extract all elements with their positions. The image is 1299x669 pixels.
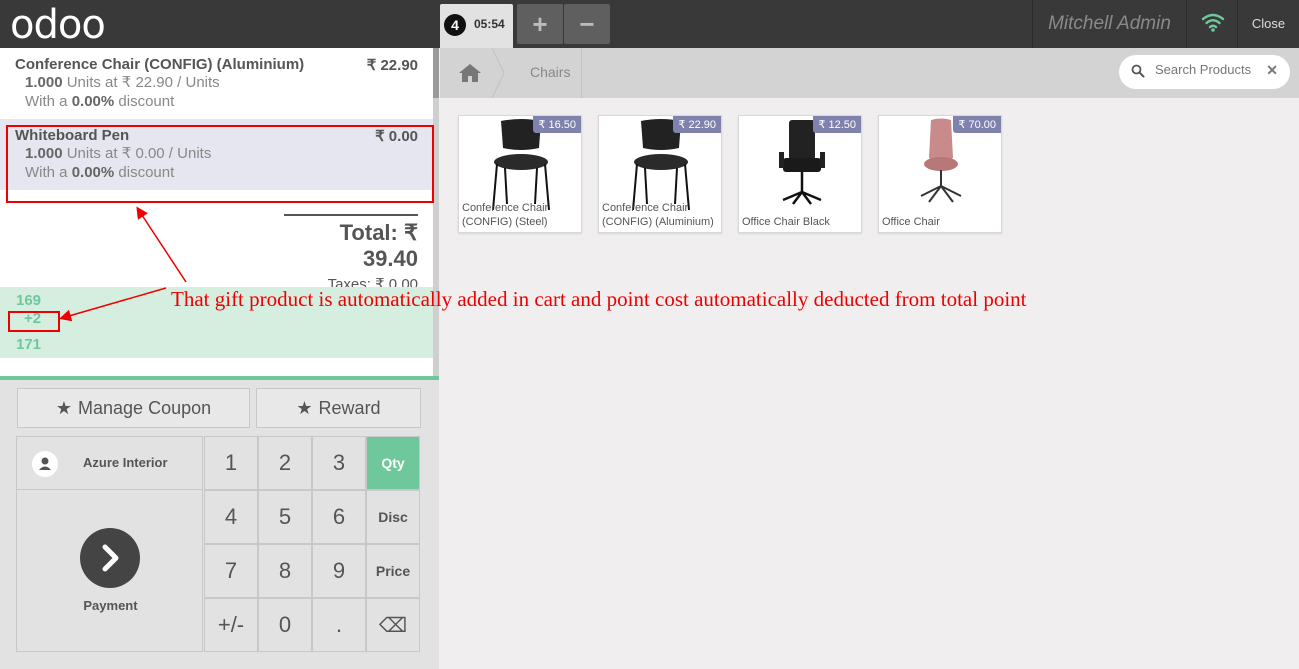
customer-button[interactable]: Azure Interior [16,436,203,490]
divider-accent [0,376,439,380]
wifi-icon[interactable] [1188,0,1238,48]
orderline[interactable]: Conference Chair (CONFIG) (Aluminium) ₹ … [0,48,433,119]
backspace-button[interactable]: ⌫ [366,598,420,652]
orderline-price: ₹ 22.90 [366,57,418,74]
breadcrumb: Chairs ✕ [440,48,1299,98]
orderlines: Conference Chair (CONFIG) (Aluminium) ₹ … [0,48,433,376]
numpad-key-5[interactable]: 5 [258,490,312,544]
order-tab[interactable]: 4 05:54 [440,4,513,48]
product-card[interactable]: ₹ 12.50 Office Chair Black [738,115,862,233]
numpad-key-8[interactable]: 8 [258,544,312,598]
user-icon [32,451,58,477]
chevron-right-icon [80,528,140,588]
product-name: Office Chair Black [742,216,830,228]
orderline-qty-info: 1.000 Units at ₹ 22.90 / Units [25,74,220,91]
top-bar: odoo 4 05:54 + − Mitchell Admin Close [0,0,1299,48]
numpad-key-1[interactable]: 1 [204,436,258,490]
order-number-badge: 4 [444,14,466,36]
product-price-tag: ₹ 70.00 [953,116,1001,133]
add-order-button[interactable]: + [517,4,563,44]
numpad-mode-disc[interactable]: Disc [366,490,420,544]
numpad-key-9[interactable]: 9 [312,544,366,598]
product-card[interactable]: ₹ 70.00 Office Chair [878,115,1002,233]
home-icon[interactable] [440,48,500,98]
product-price-tag: ₹ 16.50 [533,116,581,133]
numpad-key-3[interactable]: 3 [312,436,366,490]
product-name: Office Chair [882,216,940,228]
product-name: Conference Chair (CONFIG) (Steel) [462,202,549,228]
product-card[interactable]: ₹ 22.90 Conference Chair (CONFIG) (Alumi… [598,115,722,233]
breadcrumb-category[interactable]: Chairs [530,48,570,98]
annotation-highlight-points [8,311,60,332]
clear-search-icon[interactable]: ✕ [1266,62,1278,79]
orderlines-scrollbar-thumb[interactable] [433,48,439,98]
numpad-key-7[interactable]: 7 [204,544,258,598]
product-card[interactable]: ₹ 16.50 Conference Chair (CONFIG) (Steel… [458,115,582,233]
product-price-tag: ₹ 22.90 [673,116,721,133]
product-name: Conference Chair (CONFIG) (Aluminium) [602,202,714,228]
breadcrumb-end-divider [581,48,582,98]
annotation-text: That gift product is automatically added… [171,287,1027,311]
points-total: 171 [16,336,42,353]
search-box[interactable]: ✕ [1119,55,1290,89]
order-total: Total: ₹ 39.40 [339,220,418,271]
backspace-icon: ⌫ [378,615,408,637]
order-time: 05:54 [474,17,505,31]
star-icon: ★ [296,398,313,418]
numpad-key-6[interactable]: 6 [312,490,366,544]
product-screen: Chairs ✕ ₹ 16.50 Conference Chair (CONFI… [440,48,1299,669]
breadcrumb-separator [492,48,505,98]
star-icon: ★ [55,398,73,418]
close-button[interactable]: Close [1238,0,1299,48]
orderline-product-name: Conference Chair (CONFIG) (Aluminium) [15,56,305,73]
orderline-discount-info: With a 0.00% discount [25,93,175,110]
product-price-tag: ₹ 12.50 [813,116,861,133]
numpad-key-0[interactable]: 0 [258,598,312,652]
search-input[interactable] [1155,62,1265,77]
numpad-key-2[interactable]: 2 [258,436,312,490]
annotation-highlight-gift-line [6,125,434,203]
points-current: 169 [16,292,42,309]
remove-order-button[interactable]: − [564,4,610,44]
payment-button[interactable]: Payment [16,490,203,652]
numpad-key-dot[interactable]: . [312,598,366,652]
odoo-logo: odoo [10,2,106,48]
numpad-mode-price[interactable]: Price [366,544,420,598]
manage-coupon-button[interactable]: ★ Manage Coupon [17,388,250,428]
reward-button[interactable]: ★ Reward [256,388,421,428]
search-icon [1131,64,1145,78]
payment-label: Payment [83,598,138,613]
order-summary: Total: ₹ 39.40 Taxes: ₹ 0.00 [284,214,418,293]
numpad-key-4[interactable]: 4 [204,490,258,544]
numpad-key-plus-minus[interactable]: +/- [204,598,258,652]
user-name[interactable]: Mitchell Admin [1032,0,1187,48]
numpad-mode-qty[interactable]: Qty [366,436,420,490]
customer-name: Azure Interior [83,455,168,470]
